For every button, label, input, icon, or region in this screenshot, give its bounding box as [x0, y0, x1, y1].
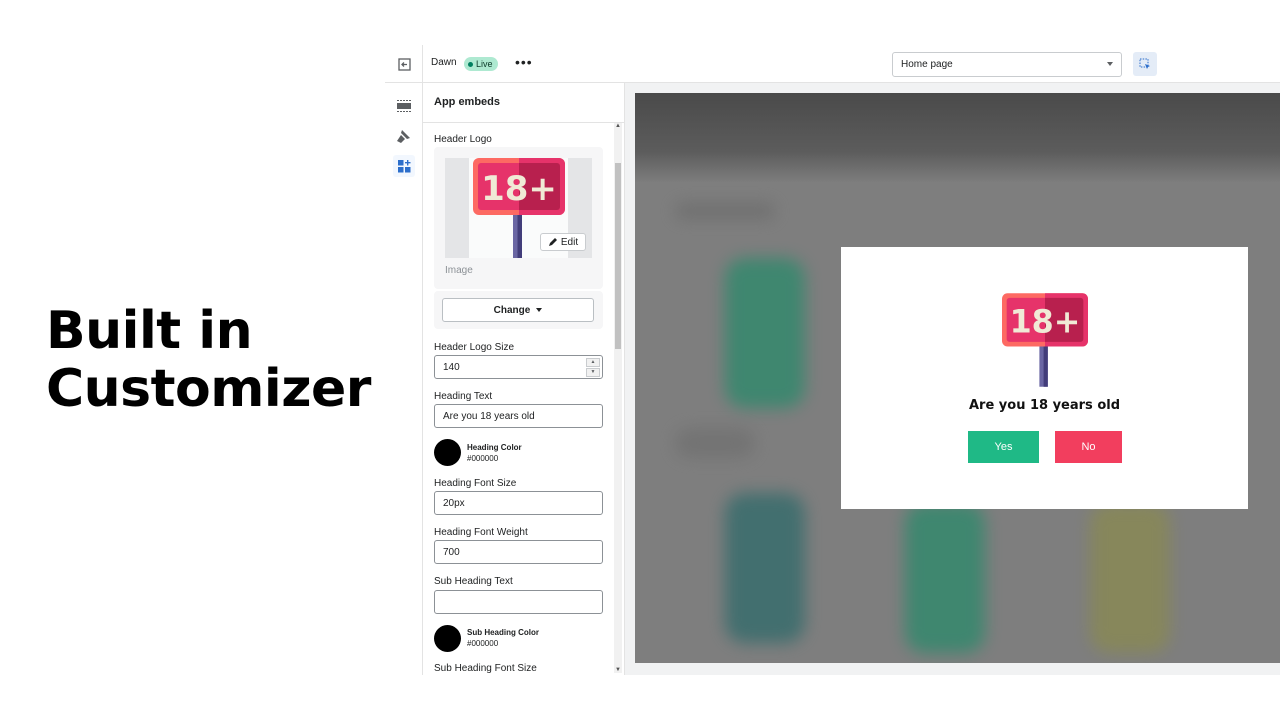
heading-color-label: Heading Color — [467, 443, 522, 452]
theme-customizer: Dawn Live ••• Home page App embeds Heade… — [385, 45, 1280, 675]
pencil-icon — [548, 238, 557, 246]
top-bar: Dawn Live ••• Home page — [385, 45, 1280, 83]
caret-down-icon — [536, 308, 543, 312]
change-image-button[interactable]: Change — [442, 298, 594, 322]
image-picker: 18+ Image — [434, 147, 603, 289]
heading-font-weight-label: Heading Font Weight — [434, 527, 528, 538]
hero-line-2: Customizer — [46, 359, 371, 419]
logo-size-label: Header Logo Size — [434, 342, 515, 353]
chevron-down-icon — [1107, 62, 1113, 66]
sub-heading-color-swatch[interactable] — [434, 625, 461, 652]
image-label: Image — [445, 265, 473, 276]
page-select[interactable]: Home page — [892, 52, 1122, 77]
sub-heading-text-label: Sub Heading Text — [434, 576, 513, 587]
svg-text:18+: 18+ — [1010, 305, 1081, 341]
heading-text-label: Heading Text — [434, 391, 493, 402]
more-actions-button[interactable]: ••• — [515, 54, 533, 70]
age-verification-modal: 18+ Are you 18 years old Yes No — [841, 247, 1248, 509]
modal-heading: Are you 18 years old — [968, 398, 1121, 413]
sections-icon[interactable] — [393, 95, 415, 117]
yes-button[interactable]: Yes — [968, 431, 1039, 463]
store-preview: 18+ Are you 18 years old Yes No — [625, 83, 1280, 675]
select-cursor-icon — [1139, 58, 1150, 69]
sub-heading-color-label: Sub Heading Color — [467, 628, 539, 637]
app-embeds-icon[interactable] — [393, 155, 415, 177]
heading-text-input[interactable]: Are you 18 years old — [434, 404, 603, 428]
hero-title: Built in Customizer — [46, 302, 371, 418]
header-logo-label: Header Logo — [434, 134, 492, 145]
logo-size-input[interactable]: 140 ▲ ▼ — [434, 355, 603, 379]
theme-settings-brush-icon[interactable] — [393, 125, 415, 147]
sub-heading-text-input[interactable] — [434, 590, 603, 614]
panel-scrollbar[interactable]: ▲ ▼ — [614, 123, 622, 673]
heading-color-swatch[interactable] — [434, 439, 461, 466]
sub-heading-font-size-label: Sub Heading Font Size — [434, 663, 537, 674]
theme-name: Dawn — [431, 57, 457, 68]
number-stepper[interactable]: ▲ ▼ — [586, 358, 600, 377]
settings-panel: App embeds Header Logo 18+ Image Edit Ch… — [423, 83, 625, 675]
heading-font-size-label: Heading Font Size — [434, 478, 517, 489]
hero-line-1: Built in — [46, 301, 253, 361]
sidebar-rail — [385, 83, 423, 675]
scrollbar-thumb[interactable] — [615, 163, 621, 349]
sub-heading-color-value: #000000 — [467, 639, 499, 648]
svg-text:18+: 18+ — [481, 169, 557, 209]
status-badge: Live — [464, 57, 498, 71]
heading-font-size-input[interactable]: 20px — [434, 491, 603, 515]
preview-frame: 18+ Are you 18 years old Yes No — [635, 93, 1280, 663]
heading-font-weight-input[interactable]: 700 — [434, 540, 603, 564]
inspector-toggle-button[interactable] — [1133, 52, 1157, 76]
panel-title: App embeds — [423, 83, 624, 123]
edit-image-button[interactable]: Edit — [540, 233, 586, 251]
age-18-plus-logo: 18+ — [1002, 293, 1088, 387]
exit-icon[interactable] — [393, 53, 415, 75]
no-button[interactable]: No — [1055, 431, 1122, 463]
heading-color-value: #000000 — [467, 454, 499, 463]
